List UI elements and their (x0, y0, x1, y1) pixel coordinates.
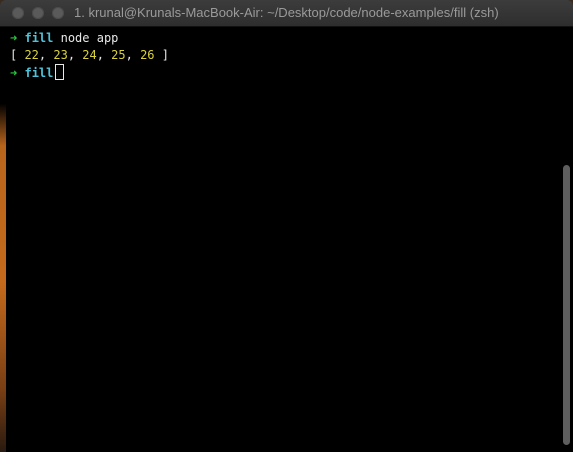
array-value: 25 (111, 48, 126, 62)
terminal-output: ➜ fill node app [ 22, 23, 24, 25, 26 ] ➜… (10, 30, 169, 81)
minimize-window-button[interactable] (32, 7, 44, 19)
array-value: 26 (140, 48, 155, 62)
prompt-line: ➜ fill (10, 64, 169, 81)
terminal-content-area[interactable] (0, 27, 573, 452)
terminal-window: 1. krunal@Krunals-MacBook-Air: ~/Desktop… (0, 0, 573, 452)
prompt-directory: fill (24, 31, 54, 45)
array-value: 24 (82, 48, 97, 62)
prompt-directory: fill (24, 66, 54, 80)
array-open-bracket: [ (10, 48, 25, 62)
array-value: 23 (53, 48, 68, 62)
window-title: 1. krunal@Krunals-MacBook-Air: ~/Desktop… (74, 5, 499, 20)
prompt-command: node app (60, 31, 119, 45)
output-line: [ 22, 23, 24, 25, 26 ] (10, 48, 169, 62)
array-close-bracket: ] (154, 48, 169, 62)
prompt-arrow-icon: ➜ (10, 66, 18, 80)
array-value: 22 (24, 48, 39, 62)
zoom-window-button[interactable] (52, 7, 64, 19)
vertical-scrollbar[interactable] (563, 165, 570, 445)
title-bar[interactable]: 1. krunal@Krunals-MacBook-Air: ~/Desktop… (0, 0, 573, 27)
text-cursor[interactable] (55, 64, 65, 80)
desktop-edge (0, 27, 6, 452)
prompt-arrow-icon: ➜ (10, 31, 18, 45)
close-window-button[interactable] (12, 7, 24, 19)
prompt-line: ➜ fill node app (10, 30, 169, 47)
